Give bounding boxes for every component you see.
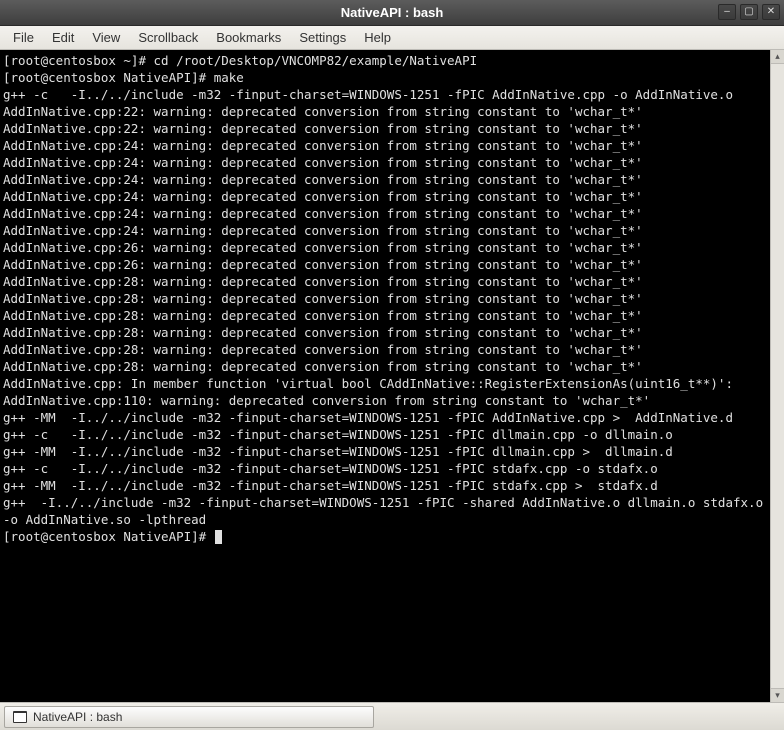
menu-item-scrollback[interactable]: Scrollback (129, 27, 207, 48)
terminal-line: AddInNative.cpp:28: warning: deprecated … (3, 341, 767, 358)
terminal-line: AddInNative.cpp:24: warning: deprecated … (3, 222, 767, 239)
terminal-line: AddInNative.cpp:24: warning: deprecated … (3, 171, 767, 188)
terminal-line: AddInNative.cpp:26: warning: deprecated … (3, 256, 767, 273)
taskbar: NativeAPI : bash (0, 702, 784, 730)
terminal-scrollbar[interactable]: ▴ ▾ (770, 50, 784, 702)
scroll-track[interactable] (771, 64, 784, 688)
terminal-line: AddInNative.cpp:28: warning: deprecated … (3, 290, 767, 307)
terminal-line: g++ -MM -I../../include -m32 -finput-cha… (3, 409, 767, 426)
terminal-line: AddInNative.cpp:28: warning: deprecated … (3, 324, 767, 341)
scroll-down-icon[interactable]: ▾ (771, 688, 784, 702)
taskbar-app-label: NativeAPI : bash (33, 710, 122, 724)
minimize-button[interactable]: – (718, 4, 736, 20)
terminal-icon (13, 711, 27, 723)
terminal-line: AddInNative.cpp:24: warning: deprecated … (3, 137, 767, 154)
terminal-line: AddInNative.cpp:26: warning: deprecated … (3, 239, 767, 256)
terminal-line: AddInNative.cpp:24: warning: deprecated … (3, 154, 767, 171)
taskbar-app-button[interactable]: NativeAPI : bash (4, 706, 374, 728)
terminal-line: g++ -I../../include -m32 -finput-charset… (3, 494, 767, 528)
terminal-line: AddInNative.cpp:22: warning: deprecated … (3, 120, 767, 137)
terminal-line: g++ -MM -I../../include -m32 -finput-cha… (3, 477, 767, 494)
terminal-line: AddInNative.cpp: In member function 'vir… (3, 375, 767, 392)
menu-item-help[interactable]: Help (355, 27, 400, 48)
terminal-line: AddInNative.cpp:22: warning: deprecated … (3, 103, 767, 120)
terminal-output[interactable]: [root@centosbox ~]# cd /root/Desktop/VNC… (0, 50, 770, 702)
titlebar: NativeAPI : bash – ▢ ✕ (0, 0, 784, 26)
terminal-line: g++ -c -I../../include -m32 -finput-char… (3, 86, 767, 103)
terminal-prompt[interactable]: [root@centosbox NativeAPI]# (3, 528, 767, 545)
terminal-line: g++ -c -I../../include -m32 -finput-char… (3, 460, 767, 477)
cursor-icon (215, 530, 222, 544)
terminal-line: AddInNative.cpp:110: warning: deprecated… (3, 392, 767, 409)
menu-item-settings[interactable]: Settings (290, 27, 355, 48)
menu-item-bookmarks[interactable]: Bookmarks (207, 27, 290, 48)
terminal-line: AddInNative.cpp:24: warning: deprecated … (3, 205, 767, 222)
close-button[interactable]: ✕ (762, 4, 780, 20)
menubar: FileEditViewScrollbackBookmarksSettingsH… (0, 26, 784, 50)
menu-item-file[interactable]: File (4, 27, 43, 48)
maximize-button[interactable]: ▢ (740, 4, 758, 20)
terminal-line: [root@centosbox ~]# cd /root/Desktop/VNC… (3, 52, 767, 69)
terminal-line: g++ -MM -I../../include -m32 -finput-cha… (3, 443, 767, 460)
terminal-line: g++ -c -I../../include -m32 -finput-char… (3, 426, 767, 443)
terminal-line: AddInNative.cpp:28: warning: deprecated … (3, 307, 767, 324)
terminal-line: [root@centosbox NativeAPI]# make (3, 69, 767, 86)
window-controls: – ▢ ✕ (718, 4, 780, 20)
scroll-up-icon[interactable]: ▴ (771, 50, 784, 64)
window-title: NativeAPI : bash (341, 5, 444, 20)
terminal-line: AddInNative.cpp:28: warning: deprecated … (3, 358, 767, 375)
terminal-line: AddInNative.cpp:28: warning: deprecated … (3, 273, 767, 290)
menu-item-edit[interactable]: Edit (43, 27, 83, 48)
terminal-line: AddInNative.cpp:24: warning: deprecated … (3, 188, 767, 205)
menu-item-view[interactable]: View (83, 27, 129, 48)
